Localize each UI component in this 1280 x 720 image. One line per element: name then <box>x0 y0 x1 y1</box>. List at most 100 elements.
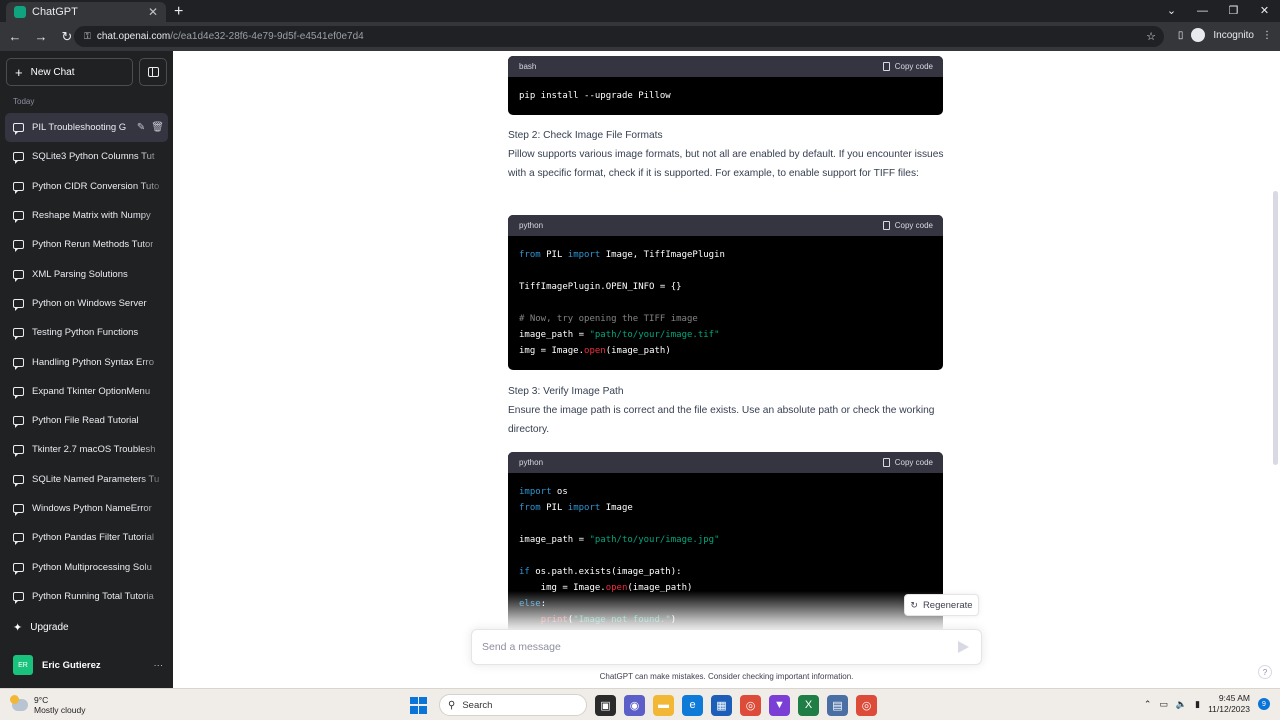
tab-search-icon[interactable]: ⌄ <box>1156 0 1187 22</box>
chevron-up-icon[interactable]: ⌃ <box>1144 699 1152 710</box>
conversation-item[interactable]: Python File Read Tutorial <box>5 406 168 435</box>
taskbar-search-label: Search <box>462 699 493 711</box>
tab-title: ChatGPT <box>32 6 78 18</box>
conversation-item[interactable]: SQLite Named Parameters Tu <box>5 464 168 494</box>
forward-icon[interactable]: → <box>30 29 52 44</box>
close-window-icon[interactable]: ✕ <box>1249 0 1280 22</box>
network-icon[interactable]: ▭ <box>1159 699 1168 710</box>
chat-bubble-icon <box>13 504 24 516</box>
site-info-icon[interactable]: ⚿ <box>84 31 91 42</box>
chatgpt-favicon-icon <box>14 6 26 18</box>
conversation-item[interactable]: Tkinter 2.7 macOS Troublesh <box>5 435 168 465</box>
store-icon[interactable]: ▦ <box>711 694 732 716</box>
teams-chat-icon[interactable]: ◉ <box>624 694 645 716</box>
chat-bubble-icon <box>13 123 24 136</box>
app-icon[interactable]: ▼ <box>769 694 790 716</box>
conversation-list: PIL Troubleshooting G ✎ 🗑 SQLite3 Python… <box>5 113 168 612</box>
copy-code-button[interactable]: Copy code <box>882 458 933 467</box>
upgrade-button[interactable]: ✦ Upgrade <box>13 621 69 634</box>
step-2-heading: Step 2: Check Image File Formats <box>508 130 663 141</box>
code-block-bash: bash Copy code pip install --upgrade Pil… <box>508 56 943 115</box>
excel-icon[interactable]: X <box>798 694 819 716</box>
conversation-item[interactable]: SQLite3 Python Columns Tut <box>5 142 168 172</box>
chrome-active-icon[interactable]: ◎ <box>856 694 877 716</box>
step-2-body: Pillow supports various image formats, b… <box>508 149 944 179</box>
copy-code-button[interactable]: Copy code <box>882 62 933 71</box>
browser-menu-icon[interactable]: ⋮ <box>1262 30 1272 41</box>
trash-icon[interactable]: 🗑 <box>151 122 164 133</box>
task-view-icon[interactable]: ▣ <box>595 694 616 716</box>
code-block-python-tiff: python Copy code from PIL import Image, … <box>508 215 943 370</box>
upgrade-label: Upgrade <box>30 622 69 633</box>
help-button[interactable]: ? <box>1258 665 1272 679</box>
weather-condition: Mostly cloudy <box>34 705 86 715</box>
conversation-item[interactable]: Python CIDR Conversion Tuto <box>5 171 168 201</box>
code-header: bash Copy code <box>508 56 943 77</box>
conversation-title: Python on Windows Server <box>32 297 147 309</box>
incognito-label[interactable]: Incognito <box>1213 30 1254 41</box>
new-chat-button[interactable]: + New Chat <box>6 58 133 86</box>
side-panel-icon[interactable]: ▯ <box>1178 30 1184 41</box>
new-tab-button[interactable]: + <box>174 3 183 21</box>
conversation-item[interactable]: Python on Windows Server <box>5 289 168 318</box>
battery-icon[interactable]: ▮ <box>1195 699 1200 710</box>
plus-icon: + <box>15 64 23 80</box>
address-bar[interactable]: ⚿ chat.openai.com/c/ea1d4e32-28f6-4e79-9… <box>74 26 1164 47</box>
edge-icon[interactable]: e <box>682 694 703 716</box>
message-input[interactable]: Send a message <box>471 629 982 665</box>
chat-bubble-icon <box>13 474 24 487</box>
section-label-today: Today <box>13 97 35 106</box>
chat-bubble-icon <box>13 562 24 575</box>
conversation-item[interactable]: Expand Tkinter OptionMenu <box>5 376 168 406</box>
conversation-title: Python Running Total Tutoria <box>32 590 154 602</box>
more-options-icon[interactable]: ··· <box>154 660 164 671</box>
conversation-title: Windows Python NameError <box>32 503 152 514</box>
back-icon[interactable]: ← <box>4 29 26 44</box>
file-explorer-icon[interactable]: ▬ <box>653 694 674 716</box>
search-icon: ⚲ <box>448 699 456 711</box>
minimize-icon[interactable]: — <box>1187 0 1218 22</box>
conversation-title: Python Pandas Filter Tutorial <box>32 532 154 544</box>
bookmark-star-icon[interactable]: ☆ <box>1146 30 1156 43</box>
conversation-item[interactable]: Reshape Matrix with Numpy <box>5 200 168 231</box>
edit-icon[interactable]: ✎ <box>137 122 145 133</box>
chat-bubble-icon <box>13 298 24 311</box>
copy-code-button[interactable]: Copy code <box>882 221 933 230</box>
browser-tab[interactable]: ChatGPT ✕ <box>6 2 166 22</box>
windows-start-icon[interactable] <box>410 696 427 714</box>
conversation-item[interactable]: PIL Troubleshooting G ✎ 🗑 <box>5 113 168 143</box>
user-name: Eric Gutierez <box>42 659 101 671</box>
chat-scrollbar[interactable] <box>1273 191 1278 465</box>
tab-close-icon[interactable]: ✕ <box>148 5 158 19</box>
conversation-item[interactable]: Python Pandas Filter Tutorial <box>5 523 168 553</box>
restore-icon[interactable]: ❐ <box>1218 0 1249 22</box>
taskbar-search[interactable]: ⚲ Search <box>439 694 587 716</box>
remote-desktop-icon[interactable]: ▤ <box>827 694 848 716</box>
step-3-heading: Step 3: Verify Image Path <box>508 386 624 397</box>
conversation-item[interactable]: Testing Python Functions <box>5 318 168 347</box>
user-menu[interactable]: ER Eric Gutierez ··· <box>13 655 163 675</box>
notification-badge[interactable]: 9 <box>1258 698 1270 710</box>
url-host: chat.openai.com <box>96 31 171 42</box>
close-sidebar-button[interactable] <box>139 58 167 86</box>
incognito-icon[interactable] <box>1191 28 1206 42</box>
regenerate-button[interactable]: ↻ Regenerate <box>904 594 979 616</box>
conversation-title: Python File Read Tutorial <box>32 415 139 427</box>
conversation-item[interactable]: Python Multiprocessing Solu <box>5 552 168 582</box>
chrome-icon[interactable]: ◎ <box>740 694 761 716</box>
conversation-item[interactable]: Handling Python Syntax Erro <box>5 347 168 377</box>
volume-icon[interactable]: 🔈 <box>1176 699 1187 710</box>
conversation-item[interactable]: Python Rerun Methods Tutor <box>5 230 168 260</box>
code-header: python Copy code <box>508 452 943 473</box>
clock[interactable]: 9:45 AM 11/12/2023 <box>1208 693 1250 715</box>
conversation-title: Reshape Matrix with Numpy <box>32 210 151 222</box>
conversation-item[interactable]: Windows Python NameError <box>5 493 168 524</box>
url-path: /c/ea1d4e32-28f6-4e79-9d5f-e4541ef0e7d4 <box>170 31 364 42</box>
conversation-item[interactable]: XML Parsing Solutions <box>5 259 168 288</box>
copy-code-label: Copy code <box>894 458 933 467</box>
copy-code-label: Copy code <box>894 62 933 71</box>
refresh-icon: ↻ <box>910 599 918 610</box>
send-icon[interactable] <box>958 641 969 653</box>
weather-widget[interactable]: 9°C Mostly cloudy <box>10 695 86 715</box>
conversation-item[interactable]: Python Running Total Tutoria <box>5 581 168 612</box>
